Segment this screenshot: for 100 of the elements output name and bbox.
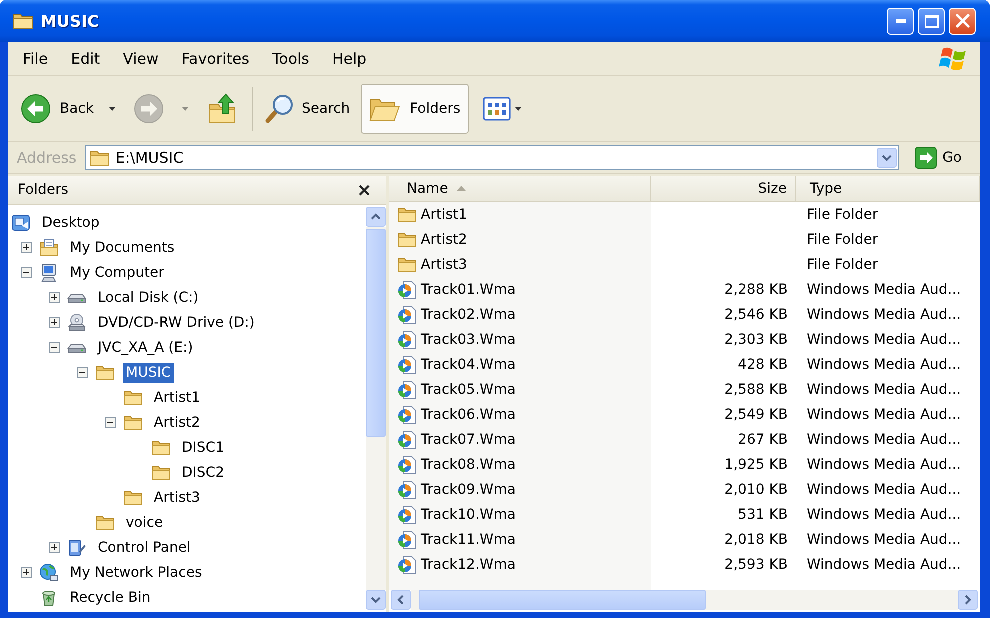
file-name[interactable]: Track01.Wma	[419, 280, 518, 298]
menu-item[interactable]: File	[15, 48, 56, 70]
address-field[interactable]: E:\MUSIC	[84, 145, 899, 170]
audio-file-icon	[397, 380, 417, 400]
expand-icon[interactable]	[21, 567, 32, 578]
pane-title: Folders	[18, 182, 69, 198]
tree-item[interactable]: Artist2	[151, 412, 204, 432]
scroll-down-icon[interactable]	[366, 590, 386, 610]
file-name[interactable]: Track09.Wma	[419, 480, 518, 498]
tree-item[interactable]: DVD/CD-RW Drive (D:)	[95, 312, 258, 332]
file-name[interactable]: Track06.Wma	[419, 406, 518, 424]
file-type: Windows Media Aud...	[807, 356, 962, 372]
expand-icon[interactable]	[49, 292, 60, 303]
folder-icon	[90, 150, 110, 166]
menu-item[interactable]: View	[115, 48, 167, 70]
tree-item[interactable]: My Documents	[67, 238, 178, 258]
computer-icon	[39, 262, 59, 282]
back-button[interactable]: Back	[14, 84, 123, 134]
column-header[interactable]: Size	[651, 176, 796, 201]
close-icon[interactable]	[359, 184, 370, 196]
tree-item[interactable]: Artist1	[151, 388, 204, 408]
tree-item[interactable]: Artist3	[151, 488, 204, 508]
tree-item[interactable]: Control Panel	[95, 538, 194, 558]
tree-item[interactable]: voice	[123, 512, 166, 532]
file-type: File Folder	[807, 256, 878, 272]
file-size: 2,018 KB	[724, 532, 788, 548]
arrow-right-icon	[134, 94, 164, 124]
file-name[interactable]: Track08.Wma	[419, 456, 518, 474]
menu-item[interactable]: Tools	[264, 48, 318, 70]
folders-button[interactable]: Folders	[361, 84, 469, 134]
file-type: Windows Media Aud...	[807, 406, 962, 422]
tree-item[interactable]: My Network Places	[67, 562, 206, 582]
search-button[interactable]: Search	[257, 84, 358, 134]
column-header[interactable]: Type	[796, 176, 980, 201]
tree-item[interactable]: Local Disk (C:)	[95, 288, 202, 308]
maximize-icon	[924, 14, 938, 28]
search-icon	[264, 92, 296, 124]
file-name[interactable]: Track05.Wma	[419, 380, 518, 398]
tree-item[interactable]: DISC1	[179, 438, 228, 458]
file-name[interactable]: Track12.Wma	[419, 556, 518, 574]
tree-item[interactable]: My Computer	[67, 262, 168, 282]
file-name[interactable]: Track04.Wma	[419, 356, 518, 374]
arrow-left-icon	[21, 94, 51, 124]
file-name[interactable]: Track03.Wma	[419, 330, 518, 348]
collapse-icon[interactable]	[49, 342, 60, 353]
audio-file-icon	[397, 304, 417, 324]
folder-icon	[12, 12, 34, 30]
arrow-right-icon	[914, 146, 937, 168]
menu-item[interactable]: Favorites	[174, 48, 258, 70]
collapse-icon[interactable]	[77, 367, 88, 378]
expand-icon[interactable]	[49, 542, 60, 553]
file-type: Windows Media Aud...	[807, 306, 962, 322]
scrollbar-thumb[interactable]	[419, 590, 706, 610]
audio-file-icon	[397, 554, 417, 574]
collapse-icon[interactable]	[105, 417, 116, 428]
menu-item[interactable]: Edit	[63, 48, 108, 70]
file-name[interactable]: Artist3	[419, 256, 470, 274]
expand-icon[interactable]	[49, 317, 60, 328]
go-button[interactable]: Go	[910, 146, 966, 168]
scroll-up-icon[interactable]	[366, 207, 386, 227]
scroll-left-icon[interactable]	[391, 590, 411, 610]
audio-file-icon	[397, 404, 417, 424]
file-size: 1,925 KB	[724, 456, 788, 472]
documents-folder-icon	[39, 238, 59, 258]
file-name[interactable]: Track02.Wma	[419, 306, 518, 324]
maximize-button[interactable]	[918, 8, 945, 34]
audio-file-icon	[397, 504, 417, 524]
tree-item[interactable]: Recycle Bin	[67, 588, 154, 608]
file-name[interactable]: Track10.Wma	[419, 506, 518, 524]
file-size: 428 KB	[738, 356, 788, 372]
tree-item[interactable]: DISC2	[179, 462, 228, 482]
tree-item[interactable]: MUSIC	[123, 362, 174, 382]
caret-down-icon	[514, 106, 522, 110]
network-globe-icon	[39, 562, 59, 582]
tree-item[interactable]: Desktop	[39, 212, 103, 232]
file-type: Windows Media Aud...	[807, 482, 962, 498]
file-name[interactable]: Artist2	[419, 230, 470, 248]
file-name[interactable]: Track11.Wma	[419, 530, 518, 548]
scrollbar-thumb[interactable]	[366, 229, 386, 437]
caret-down-icon	[182, 106, 189, 110]
desktop-icon	[11, 212, 31, 232]
close-button[interactable]	[949, 8, 976, 34]
scroll-right-icon[interactable]	[958, 590, 978, 610]
control-panel-icon	[67, 538, 87, 558]
file-type: Windows Media Aud...	[807, 332, 962, 348]
column-header[interactable]: Name	[389, 176, 651, 201]
close-icon	[956, 14, 970, 28]
minimize-button[interactable]	[887, 8, 914, 34]
file-size: 531 KB	[738, 506, 788, 522]
tree-item[interactable]: JVC_XA_A (E:)	[95, 338, 196, 358]
expand-icon[interactable]	[21, 242, 32, 253]
chevron-down-icon[interactable]	[876, 148, 897, 168]
menu-item[interactable]: Help	[324, 48, 375, 70]
file-name[interactable]: Track07.Wma	[419, 430, 518, 448]
audio-file-icon	[397, 454, 417, 474]
cd-drive-icon	[67, 312, 87, 332]
collapse-icon[interactable]	[21, 267, 32, 278]
file-type: Windows Media Aud...	[807, 432, 962, 448]
file-type: File Folder	[807, 232, 878, 248]
file-name[interactable]: Artist1	[419, 206, 470, 224]
